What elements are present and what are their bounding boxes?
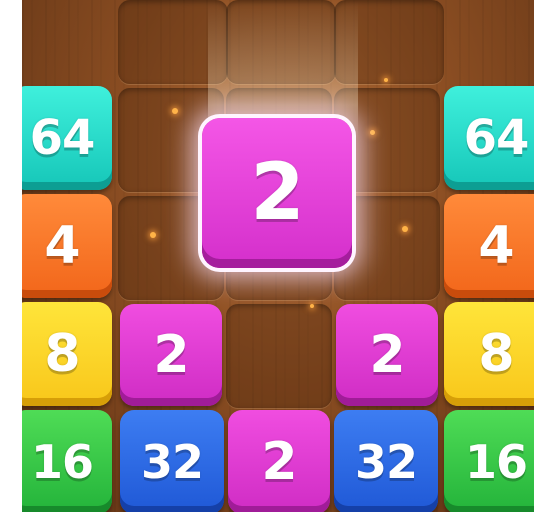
tile-8[interactable]: 8 xyxy=(444,302,534,406)
empty-cell[interactable] xyxy=(226,304,332,408)
tile-value: 8 xyxy=(44,324,80,384)
sparkle xyxy=(370,130,375,135)
wood-board: 64 64 4 4 8 2 2 8 16 32 2 32 16 2 xyxy=(22,0,534,512)
tile-value: 32 xyxy=(354,435,418,489)
tile-2[interactable]: 2 xyxy=(228,410,330,512)
tile-value: 32 xyxy=(140,435,204,489)
tile-value: 64 xyxy=(463,110,530,166)
tile-value: 4 xyxy=(478,216,514,276)
game-screen: 64 64 4 4 8 2 2 8 16 32 2 32 16 2 xyxy=(0,0,534,512)
tile-value: 16 xyxy=(464,435,528,489)
tile-4[interactable]: 4 xyxy=(22,194,112,298)
sparkle xyxy=(172,108,178,114)
tile-16[interactable]: 16 xyxy=(444,410,534,512)
sparkle xyxy=(310,304,314,308)
tile-32[interactable]: 32 xyxy=(120,410,224,512)
tile-64[interactable]: 64 xyxy=(22,86,112,190)
tile-value: 2 xyxy=(153,325,189,385)
tile-value: 2 xyxy=(261,432,297,492)
sparkle xyxy=(402,226,408,232)
tile-value: 4 xyxy=(44,216,80,276)
falling-tile-value: 2 xyxy=(250,148,304,238)
tile-2[interactable]: 2 xyxy=(120,304,222,406)
sparkle xyxy=(150,232,156,238)
sparkle xyxy=(384,78,388,82)
tile-value: 64 xyxy=(29,110,96,166)
tile-8[interactable]: 8 xyxy=(22,302,112,406)
falling-tile[interactable]: 2 xyxy=(202,118,352,268)
tile-4[interactable]: 4 xyxy=(444,194,534,298)
tile-2[interactable]: 2 xyxy=(336,304,438,406)
tile-16[interactable]: 16 xyxy=(22,410,112,512)
tile-value: 8 xyxy=(478,324,514,384)
tile-32[interactable]: 32 xyxy=(334,410,438,512)
tile-value: 16 xyxy=(30,435,94,489)
tile-value: 2 xyxy=(369,325,405,385)
tile-64[interactable]: 64 xyxy=(444,86,534,190)
